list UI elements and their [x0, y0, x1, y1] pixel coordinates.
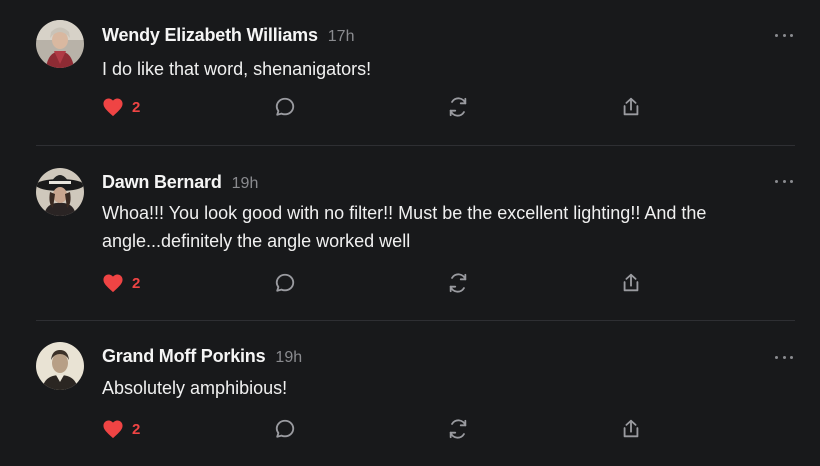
like-button[interactable]: 2 [102, 95, 140, 119]
comment-button[interactable] [274, 417, 296, 441]
author-name[interactable]: Wendy Elizabeth Williams [102, 25, 318, 46]
share-button[interactable] [620, 417, 642, 441]
avatar[interactable] [36, 20, 84, 68]
reply-text: Absolutely amphibious! [102, 378, 288, 398]
share-icon [620, 418, 642, 440]
author-name[interactable]: Grand Moff Porkins [102, 346, 266, 367]
like-count: 2 [132, 420, 141, 438]
comment-bubble-icon [274, 418, 296, 440]
action-bar: 2 [102, 271, 642, 295]
share-icon [620, 96, 642, 118]
restack-button[interactable] [447, 417, 469, 441]
action-bar: 2 [102, 95, 642, 119]
reply-header: Dawn Bernard 19h [102, 172, 258, 193]
action-bar: 2 [102, 417, 642, 441]
like-button[interactable]: 2 [102, 271, 140, 295]
heart-icon [102, 273, 124, 293]
comment-feed: Wendy Elizabeth Williams 17h I do like t… [0, 0, 820, 466]
reply-item: Dawn Bernard 19h Whoa!!! You look good w… [36, 146, 795, 321]
comment-button[interactable] [274, 271, 296, 295]
avatar[interactable] [36, 168, 84, 216]
reply-header: Wendy Elizabeth Williams 17h [102, 25, 354, 46]
reply-header: Grand Moff Porkins 19h [102, 346, 302, 367]
share-button[interactable] [620, 271, 642, 295]
author-name[interactable]: Dawn Bernard [102, 172, 222, 193]
reply-item: Grand Moff Porkins 19h Absolutely amphib… [36, 321, 795, 466]
restack-icon [447, 96, 469, 118]
like-button[interactable]: 2 [102, 417, 140, 441]
comment-bubble-icon [274, 96, 296, 118]
timestamp[interactable]: 19h [232, 175, 259, 193]
timestamp[interactable]: 19h [275, 349, 302, 367]
like-count: 2 [132, 274, 141, 292]
like-count: 2 [132, 98, 141, 116]
reply-text: Whoa!!! You look good with no filter!! M… [102, 203, 707, 251]
reply-text: I do like that word, shenanigators! [102, 59, 372, 79]
avatar[interactable] [36, 342, 84, 390]
reply-item: Wendy Elizabeth Williams 17h I do like t… [36, 0, 795, 146]
more-options-icon[interactable] [773, 350, 795, 364]
more-options-icon[interactable] [773, 28, 795, 42]
comment-bubble-icon [274, 272, 296, 294]
restack-icon [447, 272, 469, 294]
share-icon [620, 272, 642, 294]
comment-button[interactable] [274, 95, 296, 119]
restack-button[interactable] [447, 271, 469, 295]
restack-button[interactable] [447, 95, 469, 119]
restack-icon [447, 418, 469, 440]
heart-icon [102, 419, 124, 439]
more-options-icon[interactable] [773, 174, 795, 188]
share-button[interactable] [620, 95, 642, 119]
heart-icon [102, 97, 124, 117]
timestamp[interactable]: 17h [328, 28, 355, 46]
